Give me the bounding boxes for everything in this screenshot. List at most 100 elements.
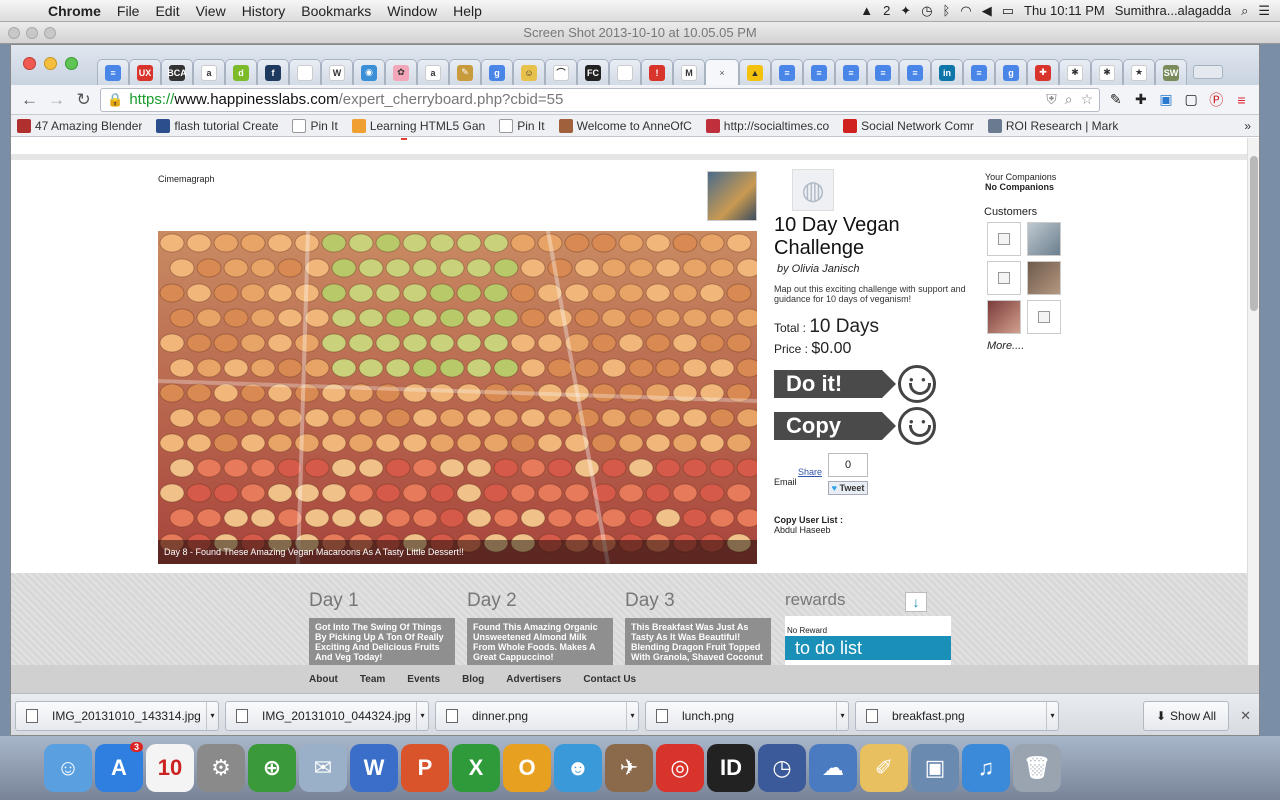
outlook-icon[interactable]: O [503, 744, 551, 792]
day-card[interactable]: Day 2 Found This Amazing Organic Unsweet… [467, 590, 613, 666]
close-window-icon[interactable] [8, 27, 20, 39]
calendar-icon[interactable]: 10 [146, 744, 194, 792]
scrollbar-thumb[interactable] [1250, 156, 1258, 311]
tab[interactable]: BCA [161, 59, 193, 85]
trash-icon[interactable]: 🗑 [1013, 744, 1061, 792]
footer-link[interactable]: Advertisers [506, 674, 561, 685]
battery-icon[interactable]: ▭ [1002, 3, 1014, 19]
tab[interactable]: ≡ [899, 59, 931, 85]
zoom-window-icon[interactable] [44, 27, 56, 39]
chrome-menu-icon[interactable]: ≡ [1232, 90, 1251, 110]
day-card[interactable]: Day 3 This Breakfast Was Just As Tasty A… [625, 590, 771, 666]
email-link[interactable]: Email [774, 477, 797, 487]
menu-edit[interactable]: Edit [147, 3, 187, 19]
tab[interactable]: ☺ [513, 59, 545, 85]
messenger-icon[interactable]: ☻ [554, 744, 602, 792]
page-scrollbar[interactable] [1247, 138, 1259, 684]
menu-file[interactable]: File [109, 3, 148, 19]
tab[interactable]: ! [641, 59, 673, 85]
customer-avatar[interactable] [1027, 300, 1061, 334]
tab[interactable]: a [193, 59, 225, 85]
tab[interactable]: ✎ [449, 59, 481, 85]
arrow-down-icon[interactable]: ↓ [905, 592, 927, 612]
menu-app-name[interactable]: Chrome [40, 3, 109, 19]
app-store-icon[interactable]: A3 [95, 742, 143, 792]
wifi-icon[interactable]: ◠ [960, 3, 971, 19]
tab[interactable]: ≡ [97, 59, 129, 85]
featured-photo[interactable]: Day 8 - Found These Amazing Vegan Macaro… [158, 231, 757, 564]
powerpoint-icon[interactable]: P [401, 744, 449, 792]
tab-active[interactable]: × [705, 59, 739, 85]
tab[interactable]: ▲ [739, 59, 771, 85]
id-icon[interactable]: ID [707, 744, 755, 792]
download-item[interactable]: lunch.png ▾ [645, 700, 849, 731]
tab[interactable]: FC [577, 59, 609, 85]
tab[interactable]: in [931, 59, 963, 85]
extension-wrench-icon[interactable]: ✎ [1106, 90, 1125, 110]
download-item[interactable]: IMG_20131010_044324.jpg ▾ [225, 700, 429, 731]
customer-avatar[interactable] [1027, 261, 1061, 295]
extension-screen-icon[interactable]: ▣ [1156, 90, 1175, 110]
preview-icon[interactable]: ✉ [299, 744, 347, 792]
bookmark-item[interactable]: ROI Research | Mark [987, 118, 1118, 133]
clock[interactable]: Thu 10:11 PM [1024, 3, 1105, 18]
reload-button[interactable]: ↻ [73, 89, 94, 111]
minimize-window-icon[interactable] [44, 57, 57, 70]
tab[interactable]: a [417, 59, 449, 85]
chevron-down-icon[interactable]: ▾ [1046, 701, 1058, 730]
new-tab-button[interactable] [1193, 65, 1223, 79]
minimize-window-icon[interactable] [26, 27, 38, 39]
zoom-window-icon[interactable] [65, 57, 78, 70]
shield-icon[interactable]: ⛨ [1046, 91, 1057, 108]
finder-icon[interactable]: ☺ [44, 744, 92, 792]
menu-help[interactable]: Help [445, 3, 490, 19]
excel-icon[interactable]: X [452, 744, 500, 792]
tab[interactable]: f [257, 59, 289, 85]
bookmark-item[interactable]: Pin It [292, 118, 338, 133]
extension-window-icon[interactable]: ▢ [1182, 90, 1201, 110]
tab[interactable]: ◉ [353, 59, 385, 85]
tab[interactable]: g [995, 59, 1027, 85]
tab[interactable]: ≡ [835, 59, 867, 85]
tab[interactable]: ✚ [1027, 59, 1059, 85]
chevron-down-icon[interactable]: ▾ [416, 701, 428, 730]
smiley-icon[interactable] [898, 407, 936, 445]
copy-button[interactable]: Copy [774, 412, 896, 440]
customer-avatar[interactable] [1027, 222, 1061, 256]
download-item[interactable]: breakfast.png ▾ [855, 700, 1059, 731]
tab[interactable] [609, 59, 641, 85]
menu-window[interactable]: Window [379, 3, 445, 19]
chevron-down-icon[interactable]: ▾ [206, 701, 218, 730]
day-card[interactable]: Day 1 Got Into The Swing Of Things By Pi… [309, 590, 455, 666]
footer-link[interactable]: Blog [462, 674, 484, 685]
system-preferences-icon[interactable]: ⚙ [197, 744, 245, 792]
chevron-down-icon[interactable]: ▾ [626, 701, 638, 730]
bluetooth-icon[interactable]: ᛒ [943, 3, 951, 18]
tab[interactable]: W [321, 59, 353, 85]
tab[interactable]: ≡ [771, 59, 803, 85]
tab[interactable]: ≡ [963, 59, 995, 85]
photos-icon[interactable]: ▣ [911, 744, 959, 792]
close-downloads-icon[interactable]: ✕ [1240, 708, 1251, 724]
tab[interactable]: M [673, 59, 705, 85]
chrome-icon[interactable]: ◎ [656, 744, 704, 792]
tab[interactable]: ✱ [1091, 59, 1123, 85]
menu-history[interactable]: History [234, 3, 294, 19]
tab[interactable]: ✱ [1059, 59, 1091, 85]
share-link[interactable]: Share [798, 467, 822, 477]
bookmark-item[interactable]: Pin It [499, 118, 545, 133]
footer-link[interactable]: Contact Us [583, 674, 636, 685]
pages-icon[interactable]: ✐ [860, 744, 908, 792]
time-machine-icon[interactable]: ◷ [758, 744, 806, 792]
tab[interactable]: SW [1155, 59, 1187, 85]
tab[interactable] [289, 59, 321, 85]
copy-user-name[interactable]: Abdul Haseeb [774, 525, 831, 535]
pinterest-icon[interactable]: Ⓟ [1207, 90, 1226, 110]
menu-bookmarks[interactable]: Bookmarks [293, 3, 379, 19]
download-item[interactable]: IMG_20131010_143314.jpg ▾ [15, 700, 219, 731]
search-icon[interactable]: ⌕ [1065, 91, 1073, 108]
forward-button[interactable]: → [46, 89, 67, 111]
openoffice-icon[interactable]: ☁ [809, 744, 857, 792]
time-machine-status-icon[interactable]: ◷ [921, 3, 932, 19]
tab[interactable]: ≡ [803, 59, 835, 85]
